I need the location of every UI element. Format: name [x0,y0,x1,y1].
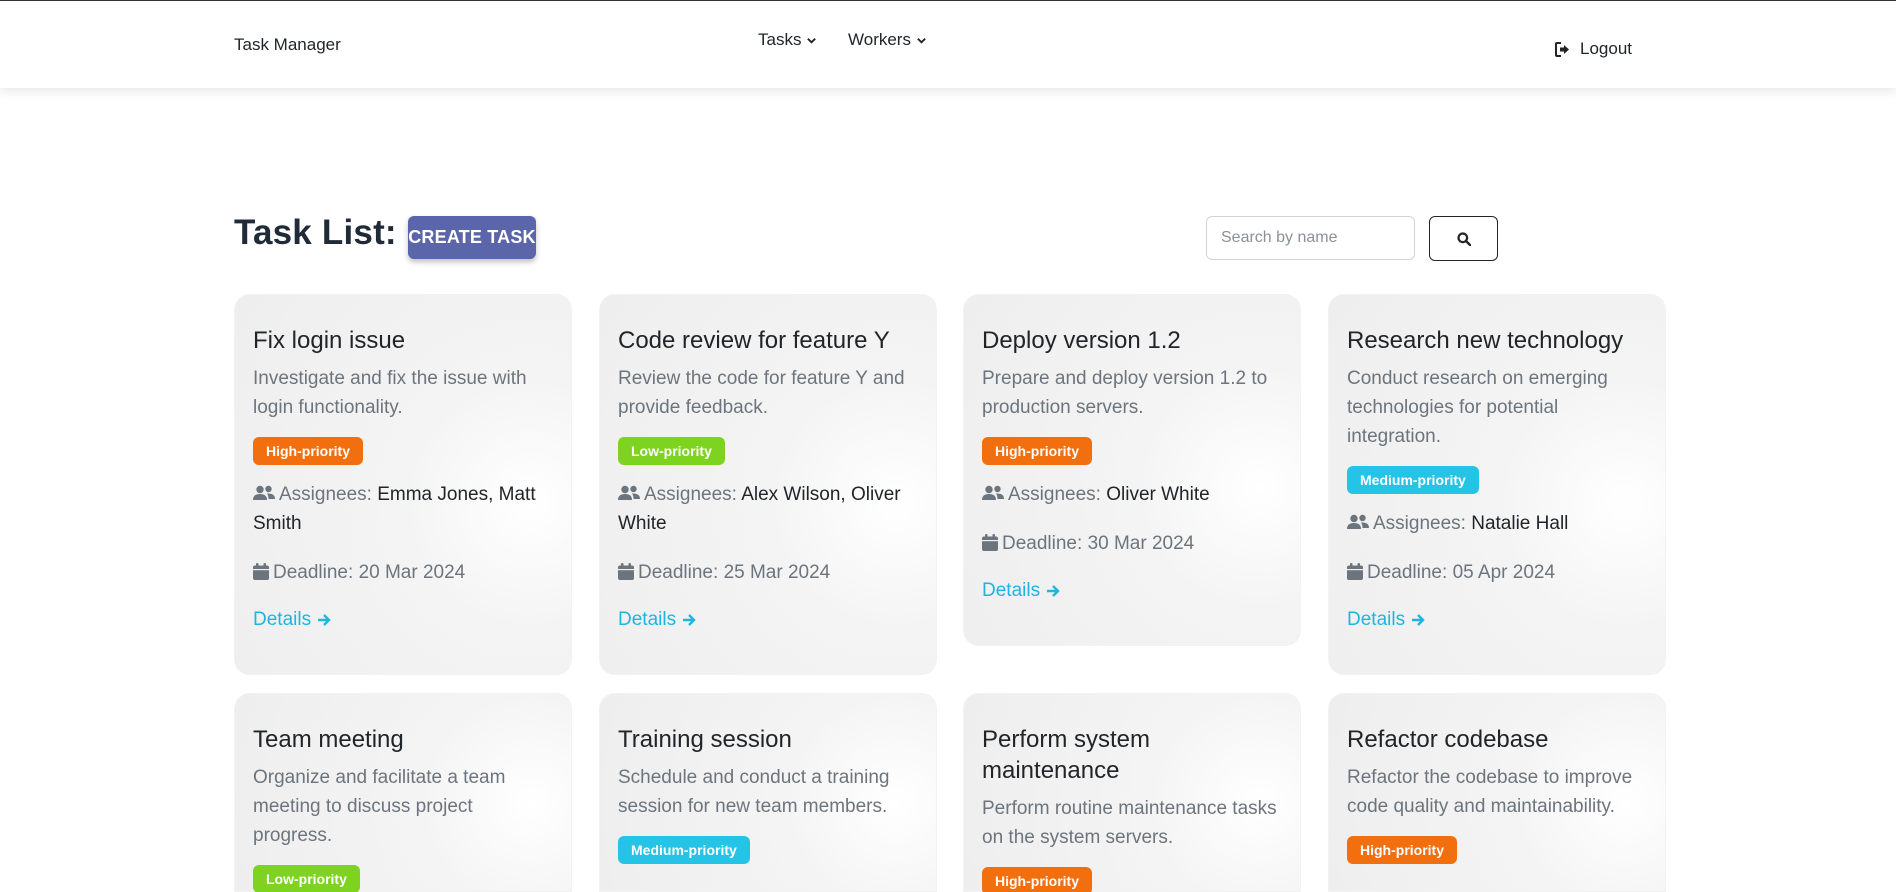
arrow-right-icon [1412,613,1425,626]
chevron-down-icon [807,37,817,44]
brand-link[interactable]: Task Manager [234,35,341,55]
calendar-icon [982,534,998,551]
task-deadline: Deadline: 20 Mar 2024 [253,558,553,587]
priority-badge: High-priority [253,437,363,465]
details-label: Details [1347,609,1406,630]
task-title: Research new technology [1347,327,1624,354]
page-title: Task List: [234,213,397,252]
details-label: Details [618,609,677,630]
assignees-label: Assignees: [1373,513,1466,534]
calendar-icon [618,563,634,580]
task-card: Team meeting Organize and facilitate a t… [234,693,572,892]
logout-label: Logout [1580,39,1632,58]
priority-badge: Medium-priority [618,836,750,864]
task-card: Fix login issue Investigate and fix the … [234,294,572,675]
users-icon [618,485,640,500]
priority-badge: High-priority [982,437,1092,465]
details-link[interactable]: Details [253,605,331,634]
task-title: Refactor codebase [1347,726,1549,753]
task-deadline: Deadline: 25 Mar 2024 [618,558,918,587]
task-card: Research new technology Conduct research… [1328,294,1666,675]
priority-badge: High-priority [1347,836,1457,864]
details-label: Details [982,580,1041,601]
arrow-right-icon [683,613,696,626]
task-card: Training session Schedule and conduct a … [599,693,937,892]
priority-badge: High-priority [982,867,1092,892]
logout-link[interactable]: Logout [1555,39,1632,59]
deadline-label: Deadline: [1002,533,1083,554]
calendar-icon [1347,563,1363,580]
task-description: Review the code for feature Y and provid… [618,368,905,418]
users-icon [253,485,275,500]
nav-tasks-dropdown[interactable]: Tasks [758,30,817,50]
details-link[interactable]: Details [1347,605,1425,634]
task-description: Conduct research on emerging technologie… [1347,368,1608,447]
search-button[interactable] [1429,216,1498,261]
deadline-value: 20 Mar 2024 [358,562,466,583]
task-title: Team meeting [253,726,404,753]
calendar-icon [253,563,269,580]
priority-badge: Low-priority [253,865,360,892]
task-title: Code review for feature Y [618,327,890,354]
task-description: Organize and facilitate a team meeting t… [253,767,506,846]
task-deadline: Deadline: 05 Apr 2024 [1347,558,1647,587]
deadline-value: 30 Mar 2024 [1087,533,1195,554]
task-card: Perform system maintenance Perform routi… [963,693,1301,892]
deadline-label: Deadline: [1367,562,1448,583]
task-card: Code review for feature Y Review the cod… [599,294,937,675]
task-assignees: Assignees: Alex Wilson, Oliver White [618,480,918,538]
deadline-label: Deadline: [273,562,354,583]
assignees-label: Assignees: [1008,484,1101,505]
deadline-label: Deadline: [638,562,719,583]
details-label: Details [253,609,312,630]
deadline-value: 25 Mar 2024 [723,562,831,583]
task-card: Deploy version 1.2 Prepare and deploy ve… [963,294,1301,646]
task-title: Training session [618,726,792,753]
assignees-value: Natalie Hall [1471,513,1569,534]
nav-tasks-label: Tasks [758,30,802,49]
priority-badge: Low-priority [618,437,725,465]
sign-out-icon [1555,41,1569,57]
search-icon [1456,231,1471,246]
search-input[interactable] [1206,216,1415,260]
task-title: Perform system maintenance [982,726,1151,784]
details-link[interactable]: Details [618,605,696,634]
users-icon [982,485,1004,500]
assignees-label: Assignees: [279,484,372,505]
users-icon [1347,514,1369,529]
task-assignees: Assignees: Natalie Hall [1347,509,1647,538]
task-title: Deploy version 1.2 [982,327,1181,354]
assignees-value: Oliver White [1106,484,1210,505]
nav-workers-dropdown[interactable]: Workers [848,30,927,50]
assignees-label: Assignees: [644,484,737,505]
task-description: Prepare and deploy version 1.2 to produc… [982,368,1268,418]
task-assignees: Assignees: Emma Jones, Matt Smith [253,480,553,538]
task-description: Investigate and fix the issue with login… [253,368,527,418]
task-title: Fix login issue [253,327,406,354]
arrow-right-icon [318,613,331,626]
task-assignees: Assignees: Oliver White [982,480,1282,509]
deadline-value: 05 Apr 2024 [1452,562,1556,583]
chevron-down-icon [917,37,926,44]
nav-workers-label: Workers [848,30,911,49]
create-task-button[interactable]: CREATE TASK [408,216,536,259]
task-description: Refactor the codebase to improve code qu… [1347,767,1633,817]
task-description: Perform routine maintenance tasks on the… [982,798,1277,848]
arrow-right-icon [1047,584,1060,597]
details-link[interactable]: Details [982,576,1060,605]
priority-badge: Medium-priority [1347,466,1479,494]
task-deadline: Deadline: 30 Mar 2024 [982,529,1282,558]
task-card: Refactor codebase Refactor the codebase … [1328,693,1666,892]
navbar: Task Manager Tasks Workers Logout [0,1,1896,88]
task-description: Schedule and conduct a training session … [618,767,890,817]
